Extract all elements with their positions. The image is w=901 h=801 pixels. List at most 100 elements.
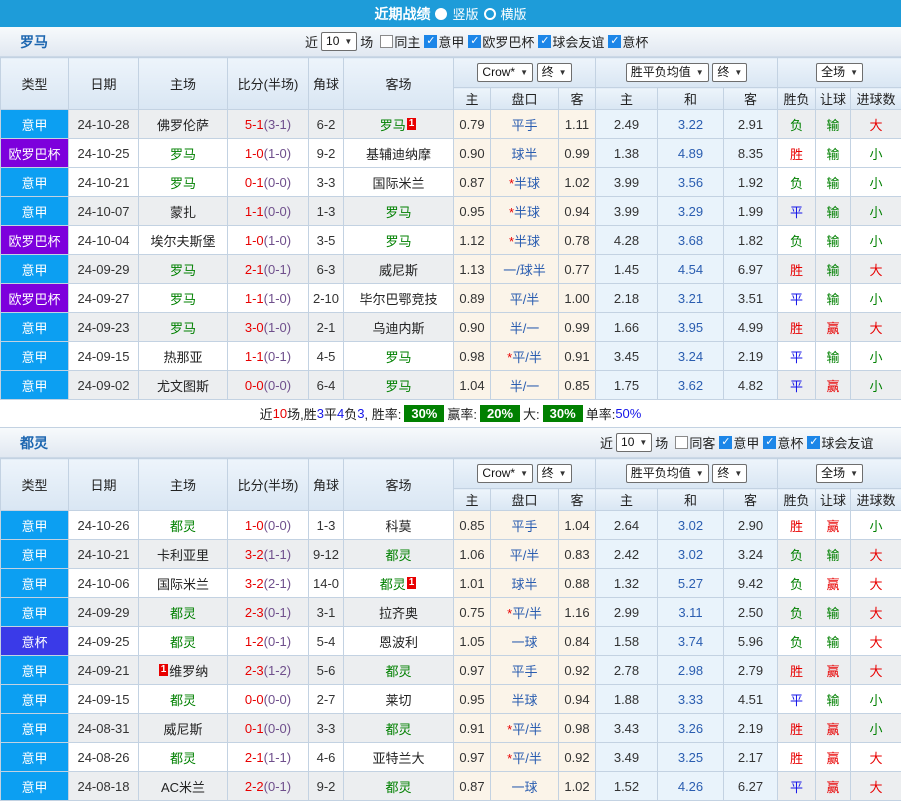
score-cell[interactable]: 1-1(1-0) — [228, 284, 309, 313]
home-team-cell[interactable]: 威尼斯 — [139, 714, 228, 743]
home-team-cell[interactable]: 都灵 — [139, 743, 228, 772]
team-name[interactable]: 都灵 — [380, 577, 406, 592]
team-name[interactable]: 罗马 — [380, 118, 406, 133]
score-cell[interactable]: 1-0(1-0) — [228, 139, 309, 168]
away-team-cell[interactable]: 基辅迪纳摩 — [344, 139, 454, 168]
team-name[interactable]: 维罗纳 — [169, 664, 208, 679]
home-team-cell[interactable]: 尤文图斯 — [139, 371, 228, 400]
scope-select[interactable]: 全场▼ — [816, 464, 863, 483]
team-name[interactable]: 罗马 — [170, 263, 196, 278]
team-name[interactable]: 莱切 — [385, 693, 411, 708]
team-name[interactable]: 都灵 — [385, 722, 411, 737]
team-name[interactable]: 毕尔巴鄂竞技 — [359, 292, 437, 307]
team-name[interactable]: 罗马 — [385, 350, 411, 365]
score-cell[interactable]: 0-1(0-0) — [228, 714, 309, 743]
home-team-cell[interactable]: 埃尔夫斯堡 — [139, 226, 228, 255]
away-team-cell[interactable]: 威尼斯 — [344, 255, 454, 284]
filter-checkbox[interactable]: ✓ — [608, 35, 621, 48]
team-name[interactable]: 都灵 — [170, 635, 196, 650]
filter-checkbox[interactable]: ✓ — [468, 35, 481, 48]
score-cell[interactable]: 0-1(0-0) — [228, 168, 309, 197]
home-team-cell[interactable]: AC米兰 — [139, 772, 228, 801]
away-team-cell[interactable]: 亚特兰大 — [344, 743, 454, 772]
filter-checkbox[interactable] — [380, 35, 393, 48]
score-cell[interactable]: 1-2(0-1) — [228, 627, 309, 656]
away-team-cell[interactable]: 科莫 — [344, 511, 454, 540]
filter-checkbox[interactable]: ✓ — [424, 35, 437, 48]
avg-final-select[interactable]: 终▼ — [712, 63, 747, 82]
away-team-cell[interactable]: 恩波利 — [344, 627, 454, 656]
away-team-cell[interactable]: 罗马1 — [344, 110, 454, 139]
home-team-cell[interactable]: 都灵 — [139, 511, 228, 540]
team-name[interactable]: 卡利亚里 — [157, 548, 209, 563]
team-name[interactable]: 埃尔夫斯堡 — [150, 234, 215, 249]
team-name[interactable]: 蒙扎 — [170, 205, 196, 220]
team-name[interactable]: 都灵 — [170, 751, 196, 766]
avg-odds-select[interactable]: 胜平负均值▼ — [626, 464, 709, 483]
team-name[interactable]: 都灵 — [385, 548, 411, 563]
team-name[interactable]: 热那亚 — [163, 350, 202, 365]
filter-checkbox[interactable]: ✓ — [763, 436, 776, 449]
home-team-cell[interactable]: 1维罗纳 — [139, 656, 228, 685]
layout-radio-horizontal-label[interactable]: 横版 — [501, 4, 527, 23]
score-cell[interactable]: 1-0(1-0) — [228, 226, 309, 255]
score-cell[interactable]: 2-2(0-1) — [228, 772, 309, 801]
home-team-cell[interactable]: 蒙扎 — [139, 197, 228, 226]
away-team-cell[interactable]: 莱切 — [344, 685, 454, 714]
away-team-cell[interactable]: 罗马 — [344, 197, 454, 226]
team-name[interactable]: 国际米兰 — [157, 577, 209, 592]
team-name[interactable]: 威尼斯 — [163, 722, 202, 737]
filter-checkbox[interactable]: ✓ — [807, 436, 820, 449]
team-name[interactable]: 基辅迪纳摩 — [366, 147, 431, 162]
home-team-cell[interactable]: 都灵 — [139, 598, 228, 627]
team-name[interactable]: AC米兰 — [161, 780, 205, 795]
away-team-cell[interactable]: 都灵 — [344, 772, 454, 801]
odds-company-select[interactable]: Crow*▼ — [477, 63, 533, 82]
team-name[interactable]: 科莫 — [385, 519, 411, 534]
odds-final-select[interactable]: 终▼ — [537, 464, 572, 483]
score-cell[interactable]: 3-2(2-1) — [228, 569, 309, 598]
team-name[interactable]: 佛罗伦萨 — [157, 118, 209, 133]
away-team-cell[interactable]: 乌迪内斯 — [344, 313, 454, 342]
filter-checkbox[interactable]: ✓ — [538, 35, 551, 48]
odds-final-select[interactable]: 终▼ — [537, 63, 572, 82]
team-name[interactable]: 罗马 — [170, 176, 196, 191]
home-team-cell[interactable]: 都灵 — [139, 627, 228, 656]
team-name[interactable]: 乌迪内斯 — [372, 321, 424, 336]
layout-radio-vertical[interactable] — [435, 8, 447, 20]
filter-checkbox[interactable] — [675, 436, 688, 449]
score-cell[interactable]: 2-3(0-1) — [228, 598, 309, 627]
match-count-select[interactable]: 10▼ — [616, 433, 652, 452]
away-team-cell[interactable]: 都灵1 — [344, 569, 454, 598]
home-team-cell[interactable]: 罗马 — [139, 168, 228, 197]
home-team-cell[interactable]: 罗马 — [139, 139, 228, 168]
away-team-cell[interactable]: 罗马 — [344, 371, 454, 400]
away-team-cell[interactable]: 都灵 — [344, 540, 454, 569]
team-name[interactable]: 威尼斯 — [379, 263, 418, 278]
away-team-cell[interactable]: 罗马 — [344, 226, 454, 255]
team-name[interactable]: 都灵 — [170, 606, 196, 621]
home-team-cell[interactable]: 罗马 — [139, 284, 228, 313]
home-team-cell[interactable]: 都灵 — [139, 685, 228, 714]
team-name[interactable]: 罗马 — [170, 321, 196, 336]
odds-company-select[interactable]: Crow*▼ — [477, 464, 533, 483]
team-name[interactable]: 都灵 — [170, 693, 196, 708]
team-name[interactable]: 罗马 — [385, 234, 411, 249]
score-cell[interactable]: 1-1(0-0) — [228, 197, 309, 226]
match-count-select[interactable]: 10▼ — [321, 32, 357, 51]
away-team-cell[interactable]: 都灵 — [344, 656, 454, 685]
team-name[interactable]: 国际米兰 — [372, 176, 424, 191]
score-cell[interactable]: 0-0(0-0) — [228, 371, 309, 400]
home-team-cell[interactable]: 罗马 — [139, 255, 228, 284]
home-team-cell[interactable]: 卡利亚里 — [139, 540, 228, 569]
score-cell[interactable]: 2-3(1-2) — [228, 656, 309, 685]
score-cell[interactable]: 2-1(1-1) — [228, 743, 309, 772]
score-cell[interactable]: 3-2(1-1) — [228, 540, 309, 569]
team-name[interactable]: 罗马 — [385, 379, 411, 394]
away-team-cell[interactable]: 拉齐奥 — [344, 598, 454, 627]
score-cell[interactable]: 3-0(1-0) — [228, 313, 309, 342]
team-name[interactable]: 恩波利 — [379, 635, 418, 650]
home-team-cell[interactable]: 国际米兰 — [139, 569, 228, 598]
avg-final-select[interactable]: 终▼ — [712, 464, 747, 483]
home-team-cell[interactable]: 罗马 — [139, 313, 228, 342]
